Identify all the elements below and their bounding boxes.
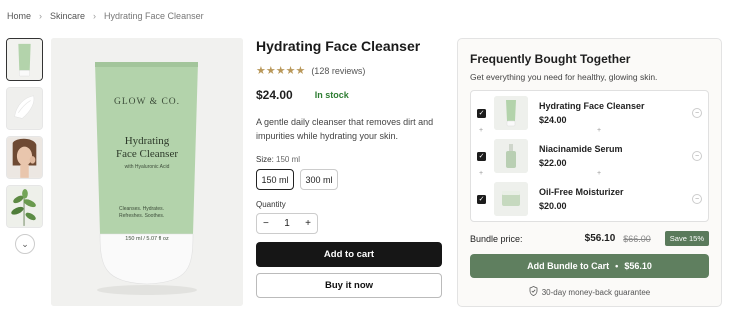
bundle-title: Frequently Bought Together [470,52,631,66]
product-price: $24.00 [256,88,293,102]
bundle-item: ✓ Niacinamide Serum $22.00 − [471,137,708,175]
price-row: $24.00 In stock [256,88,442,102]
bundle-price-new: $56.10 [584,233,616,244]
checkbox-checked-icon[interactable]: ✓ [477,151,486,161]
add-bundle-to-cart-button[interactable]: Add Bundle to Cart • $56.10 [470,254,709,278]
size-options: 150 ml 300 ml [256,169,442,190]
breadcrumb: Home › Skincare › Hydrating Face Cleanse… [7,11,204,21]
bundle-card: Frequently Bought Together Get everythin… [457,38,722,307]
size-option-150ml[interactable]: 150 ml [256,169,294,190]
plus-icon: + [597,127,602,134]
tube-benefit2: Refreshes. Soothes. [119,213,164,219]
tube-ingredient-text: with Hyaluronic Acid [125,164,170,170]
bundle-item-name: Hydrating Face Cleanser [539,101,645,111]
main-product-image: GLOW & CO. Hydrating Face Cleanser with … [51,38,243,306]
product-description: A gentle daily cleanser that removes dir… [256,117,434,141]
breadcrumb-home[interactable]: Home [7,11,31,21]
bundle-item: ✓ Hydrating Face Cleanser $24.00 − [471,94,708,132]
tube-volume-text: 150 ml / 5.07 fl oz [125,236,169,242]
bundle-item: ✓ Oil-Free Moisturizer $20.00 − [471,180,708,218]
rating-row: ★★★★★ (128 reviews) [256,64,442,77]
tube-benefit1: Cleanses. Hydrates. [119,206,164,212]
plus-icon: + [479,170,484,177]
bundle-subtitle: Get everything you need for healthy, glo… [470,72,658,82]
stock-status: In stock [314,90,349,100]
thumbnail-cream-swatch[interactable] [6,87,43,130]
remove-item-icon[interactable]: − [692,194,702,204]
quantity-plus-button[interactable]: + [305,218,311,229]
star-rating-icon: ★★★★★ [256,65,306,77]
size-label-text: Size: [256,155,274,164]
quantity-value[interactable]: 1 [284,218,290,229]
tube-product-line1: Hydrating [125,135,170,147]
guarantee-text: 30-day money-back guarantee [541,287,651,297]
thumbnail-list: ⌄ [6,38,44,254]
quantity-minus-button[interactable]: − [263,218,269,229]
bundle-price-old: $66.00 [623,233,651,244]
add-bundle-label: Add Bundle to Cart [527,261,610,271]
size-option-300ml[interactable]: 300 ml [300,169,338,190]
tube-brand-text: GLOW & CO. [114,97,180,107]
tube-product-line2: Face Cleanser [116,148,178,160]
thumbnail-woman-face[interactable] [6,136,43,179]
add-bundle-price: $56.10 [624,261,652,271]
product-info: Hydrating Face Cleanser ★★★★★ (128 revie… [256,38,442,298]
thumbnail-green-leaves[interactable] [6,185,43,228]
quantity-label: Quantity [256,200,286,209]
quantity-stepper: − 1 + [256,213,318,234]
buy-now-button[interactable]: Buy it now [256,273,442,298]
remove-item-icon[interactable]: − [692,108,702,118]
reviews-link[interactable]: (128 reviews) [311,66,365,76]
thumbnail-cleanser-tube[interactable] [6,38,43,81]
bundle-item-image [494,182,528,216]
add-bundle-separator: • [615,261,619,271]
bundle-item-name: Oil-Free Moisturizer [539,187,624,197]
bundle-price-label: Bundle price: [470,233,523,244]
breadcrumb-separator-icon: › [39,11,43,21]
bundle-item-price: $22.00 [539,158,567,168]
bundle-price-row: Bundle price: $56.10 $66.00 Save 15% [470,231,709,246]
bundle-item-image [494,96,528,130]
remove-item-icon[interactable]: − [692,151,702,161]
breadcrumb-current: Hydrating Face Cleanser [104,11,204,21]
breadcrumb-skincare[interactable]: Skincare [50,11,85,21]
product-title: Hydrating Face Cleanser [256,38,421,54]
breadcrumb-separator-icon: › [93,11,97,21]
size-selected-text: 150 ml [276,155,301,164]
chevron-down-icon[interactable]: ⌄ [15,234,35,254]
plus-icon: + [479,127,484,134]
bundle-item-price: $24.00 [539,115,567,125]
bundle-item-price: $20.00 [539,201,567,211]
bundle-item-image [494,139,528,173]
bundle-item-name: Niacinamide Serum [539,144,623,154]
checkbox-checked-icon[interactable]: ✓ [477,194,486,204]
bundle-item-list: ✓ Hydrating Face Cleanser $24.00 − + + ✓ [470,90,709,222]
savings-badge: Save 15% [664,231,709,246]
plus-icon: + [597,170,602,177]
add-to-cart-button[interactable]: Add to cart [256,242,442,267]
guarantee-note: 30-day money-back guarantee [470,286,709,298]
size-label: Size: 150 ml [256,155,442,164]
shield-check-icon [529,286,538,298]
checkbox-checked-icon[interactable]: ✓ [477,108,486,118]
